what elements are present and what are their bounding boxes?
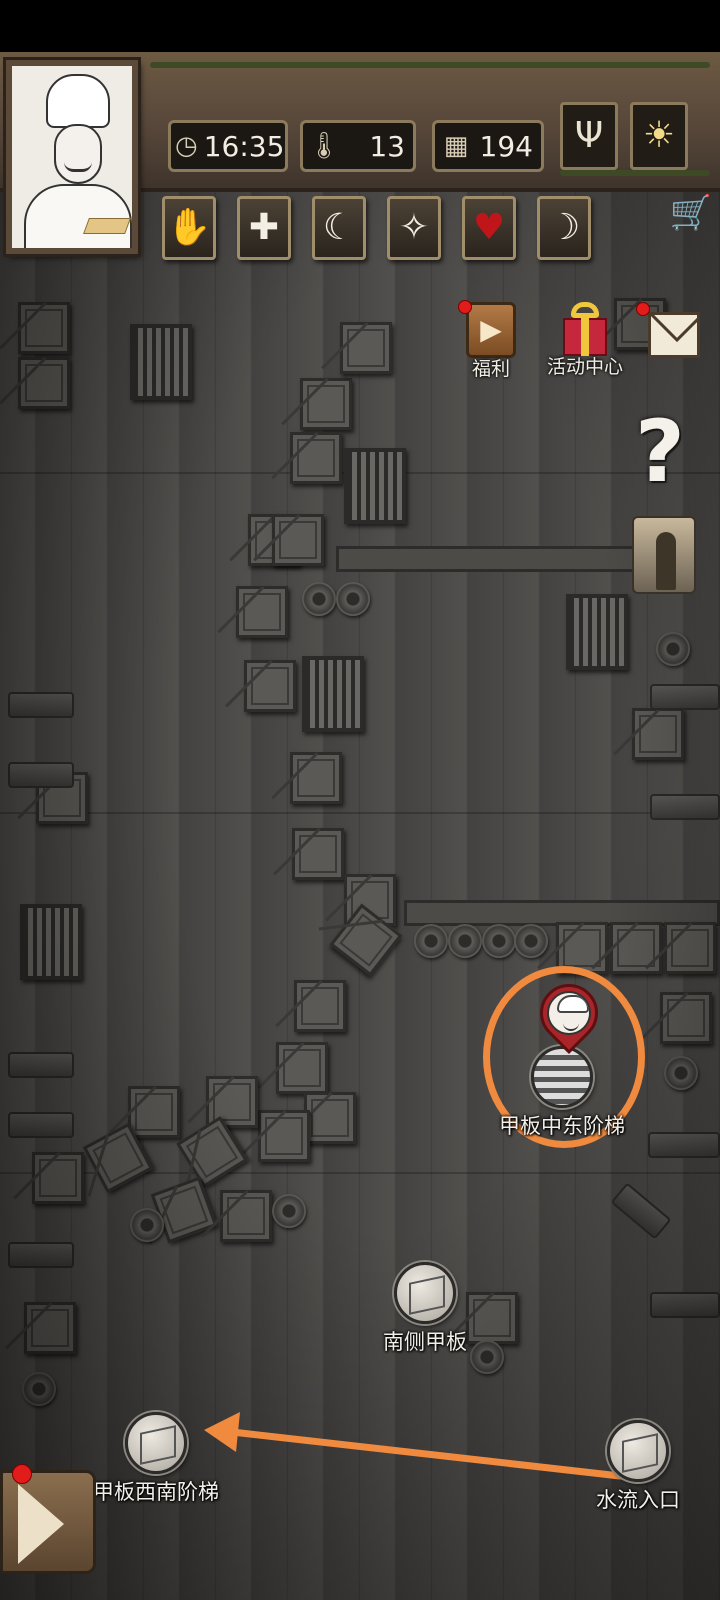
player-location-pin — [527, 971, 611, 1062]
play-icon: ▶ — [466, 302, 516, 358]
help-button[interactable]: ? — [624, 409, 696, 495]
bandaged-hand-icon: ✋ — [166, 207, 212, 248]
status-sleep[interactable]: ☽ — [537, 196, 591, 260]
status-injury[interactable]: ✋ — [162, 196, 216, 260]
health-cross-icon: ✚ — [248, 207, 280, 248]
portrait-tag — [83, 218, 131, 234]
character-portrait[interactable] — [6, 60, 138, 254]
character-button[interactable] — [632, 516, 696, 594]
time-display: ◷ 16:35 — [168, 120, 288, 172]
stomach-icon: ☾ — [322, 207, 356, 248]
temperature-display: 🌡 13 — [300, 120, 416, 172]
day-display: ▦ 194 — [432, 120, 544, 172]
character-figure — [656, 532, 676, 590]
calendar-icon: ▦ — [443, 131, 469, 161]
play-arrow-icon — [18, 1484, 64, 1564]
moon-sleep-icon: ☽ — [547, 207, 581, 248]
thermometer-icon: 🌡 — [307, 131, 341, 161]
status-health[interactable]: ✚ — [237, 196, 291, 260]
shopping-cart-icon: 🛒 — [669, 193, 713, 233]
envelope-icon — [648, 312, 700, 358]
sanity-head-icon: ✧ — [398, 207, 430, 248]
welfare-button[interactable]: ▶ 福利 — [456, 302, 526, 381]
clock-icon: ◷ — [175, 131, 198, 161]
deck-thumbnail — [394, 1262, 456, 1324]
heart-icon: ♥ — [472, 207, 506, 248]
map-node-label: 甲板中东阶梯 — [499, 1114, 625, 1138]
event-center-label: 活动中心 — [546, 356, 623, 378]
mail-button[interactable] — [644, 312, 704, 358]
water-inlet-thumbnail — [607, 1420, 669, 1482]
map-node-southwest-stairs[interactable]: 甲板西南阶梯 — [86, 1412, 226, 1506]
time-value: 16:35 — [203, 129, 285, 163]
event-center-button[interactable]: 活动中心 — [540, 300, 630, 379]
stairs-thumbnail — [125, 1412, 187, 1474]
mail-badge — [636, 302, 650, 316]
status-hunger[interactable]: ☾ — [312, 196, 366, 260]
welfare-badge — [458, 300, 472, 314]
portrait-face — [54, 124, 102, 184]
deck-map[interactable] — [0, 52, 720, 1600]
day-value: 194 — [479, 129, 533, 163]
question-mark-icon: ? — [635, 402, 685, 502]
temperature-value: 13 — [369, 129, 405, 163]
sun-icon: ☀ — [642, 115, 676, 156]
vine-decoration — [150, 62, 710, 68]
sprout-button[interactable]: Ψ — [560, 102, 618, 170]
status-sanity[interactable]: ✧ — [387, 196, 441, 260]
gift-icon — [559, 300, 611, 356]
sprout-icon: Ψ — [574, 115, 604, 156]
map-vignette — [0, 52, 720, 1600]
shop-cart-button[interactable]: 🛒 — [668, 192, 714, 234]
status-heart[interactable]: ♥ — [462, 196, 516, 260]
welfare-label: 福利 — [471, 358, 510, 380]
map-node-label: 甲板西南阶梯 — [93, 1480, 219, 1504]
chef-hat — [46, 74, 110, 128]
map-node-label: 南侧甲板 — [383, 1330, 467, 1354]
map-node-label: 水流入口 — [596, 1488, 680, 1512]
weather-button[interactable]: ☀ — [630, 102, 688, 170]
expand-menu-badge — [12, 1464, 32, 1484]
vine-decoration — [560, 170, 710, 176]
map-node-water-inlet[interactable]: 水流入口 — [578, 1420, 698, 1514]
player-avatar — [547, 991, 591, 1035]
map-node-south-deck[interactable]: 南侧甲板 — [360, 1262, 490, 1356]
status-bar — [0, 0, 720, 52]
